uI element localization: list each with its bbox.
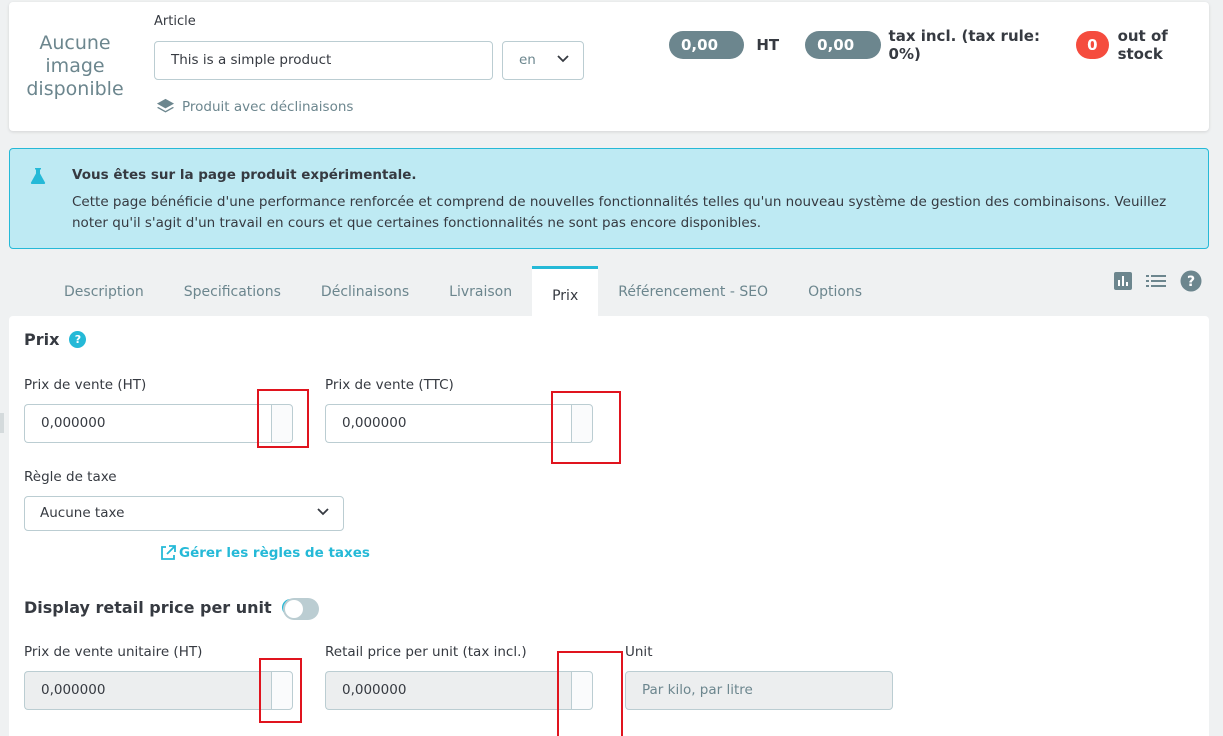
unit-price-section-title: Display retail price per unit ? xyxy=(24,598,299,617)
price-ht-field-label: Prix de vente (HT) xyxy=(24,377,147,393)
article-label: Article xyxy=(154,14,196,29)
unit-ht-input[interactable]: 0,000000 xyxy=(24,671,271,710)
language-select[interactable]: en xyxy=(502,41,584,80)
price-ttc-label: tax incl. (tax rule: 0%) xyxy=(888,27,1040,63)
product-type-link[interactable]: Produit avec déclinaisons xyxy=(156,97,353,116)
price-ttc-field-label: Prix de vente (TTC) xyxy=(325,377,454,393)
prices-title-text: Prix xyxy=(24,330,60,349)
alert-body: Cette page bénéficie d'une performance r… xyxy=(72,194,1167,231)
list-icon[interactable] xyxy=(1146,273,1166,289)
tab-options[interactable]: Options xyxy=(788,266,882,316)
price-ttc-input[interactable]: 0,000000 xyxy=(325,404,571,443)
prices-section-title: Prix ? xyxy=(24,330,87,349)
stock-label: out of stock xyxy=(1117,27,1168,63)
unit-ht-currency-addon xyxy=(271,671,293,710)
help-circle-icon[interactable]: ? xyxy=(1180,270,1202,292)
unit-ht-field-label: Prix de vente unitaire (HT) xyxy=(24,644,203,660)
price-ht-label: HT xyxy=(756,36,780,54)
left-edge-marker xyxy=(0,413,4,433)
chevron-down-icon xyxy=(557,55,569,63)
svg-text:?: ? xyxy=(1187,274,1195,290)
product-tabs: Description Specifications Déclinaisons … xyxy=(44,266,882,316)
unit-price-toggle[interactable] xyxy=(283,598,319,620)
unit-input[interactable]: Par kilo, par litre xyxy=(625,671,893,710)
unit-field-label: Unit xyxy=(625,644,653,660)
tab-pricing[interactable]: Prix xyxy=(532,266,599,316)
stock-badge: 0 xyxy=(1076,31,1109,59)
layers-icon xyxy=(156,98,175,113)
price-ht-badge: 0,00 tt xyxy=(669,31,745,82)
unit-ht-input-group: 0,000000 xyxy=(24,671,293,710)
tax-rule-value: Aucune taxe xyxy=(40,505,125,521)
product-header: Aucune image disponible Article This is … xyxy=(9,2,1209,131)
toggle-knob xyxy=(285,600,303,618)
tax-rule-label: Règle de taxe xyxy=(24,469,117,485)
product-image-placeholder: Aucune image disponible xyxy=(26,32,124,100)
stats-icon[interactable] xyxy=(1114,272,1132,290)
price-ttc-input-group: 0,000000 xyxy=(325,404,593,443)
chevron-down-icon xyxy=(317,508,329,516)
price-ttc-currency-addon xyxy=(571,404,593,443)
header-summary: 0,00 tt HT 0,00 tt tax incl. (tax rule: … xyxy=(669,27,1209,82)
language-value: en xyxy=(519,52,536,68)
alert-title: Vous êtes sur la page produit expériment… xyxy=(72,167,417,183)
unit-ttc-field-label: Retail price per unit (tax incl.) xyxy=(325,644,527,660)
tab-specifications[interactable]: Specifications xyxy=(164,266,301,316)
flask-icon xyxy=(30,168,46,185)
tab-shipping[interactable]: Livraison xyxy=(429,266,532,316)
tab-description[interactable]: Description xyxy=(44,266,164,316)
price-ht-input[interactable]: 0,000000 xyxy=(24,404,271,443)
unit-price-title-text: Display retail price per unit xyxy=(24,598,272,617)
external-link-icon xyxy=(161,545,176,560)
unit-ttc-input-group: 0,000000 xyxy=(325,671,593,710)
manage-tax-rules-link[interactable]: Gérer les règles de taxes xyxy=(160,545,370,561)
tab-toolbar: ? xyxy=(1114,270,1202,292)
tab-seo[interactable]: Référencement - SEO xyxy=(598,266,788,316)
unit-ttc-currency-addon xyxy=(571,671,593,710)
product-type-label: Produit avec déclinaisons xyxy=(182,98,354,115)
product-name-input[interactable]: This is a simple product xyxy=(154,41,493,80)
tab-combinations[interactable]: Déclinaisons xyxy=(301,266,429,316)
price-ttc-badge: 0,00 tt xyxy=(805,31,881,82)
tax-rule-select[interactable]: Aucune taxe xyxy=(24,496,344,531)
unit-ttc-input[interactable]: 0,000000 xyxy=(325,671,571,710)
price-ht-input-group: 0,000000 xyxy=(24,404,293,443)
price-ht-currency-addon xyxy=(271,404,293,443)
manage-tax-rules-label: Gérer les règles de taxes xyxy=(179,545,370,561)
experimental-page-alert: Vous êtes sur la page produit expériment… xyxy=(9,148,1209,249)
help-icon[interactable]: ? xyxy=(69,331,87,348)
